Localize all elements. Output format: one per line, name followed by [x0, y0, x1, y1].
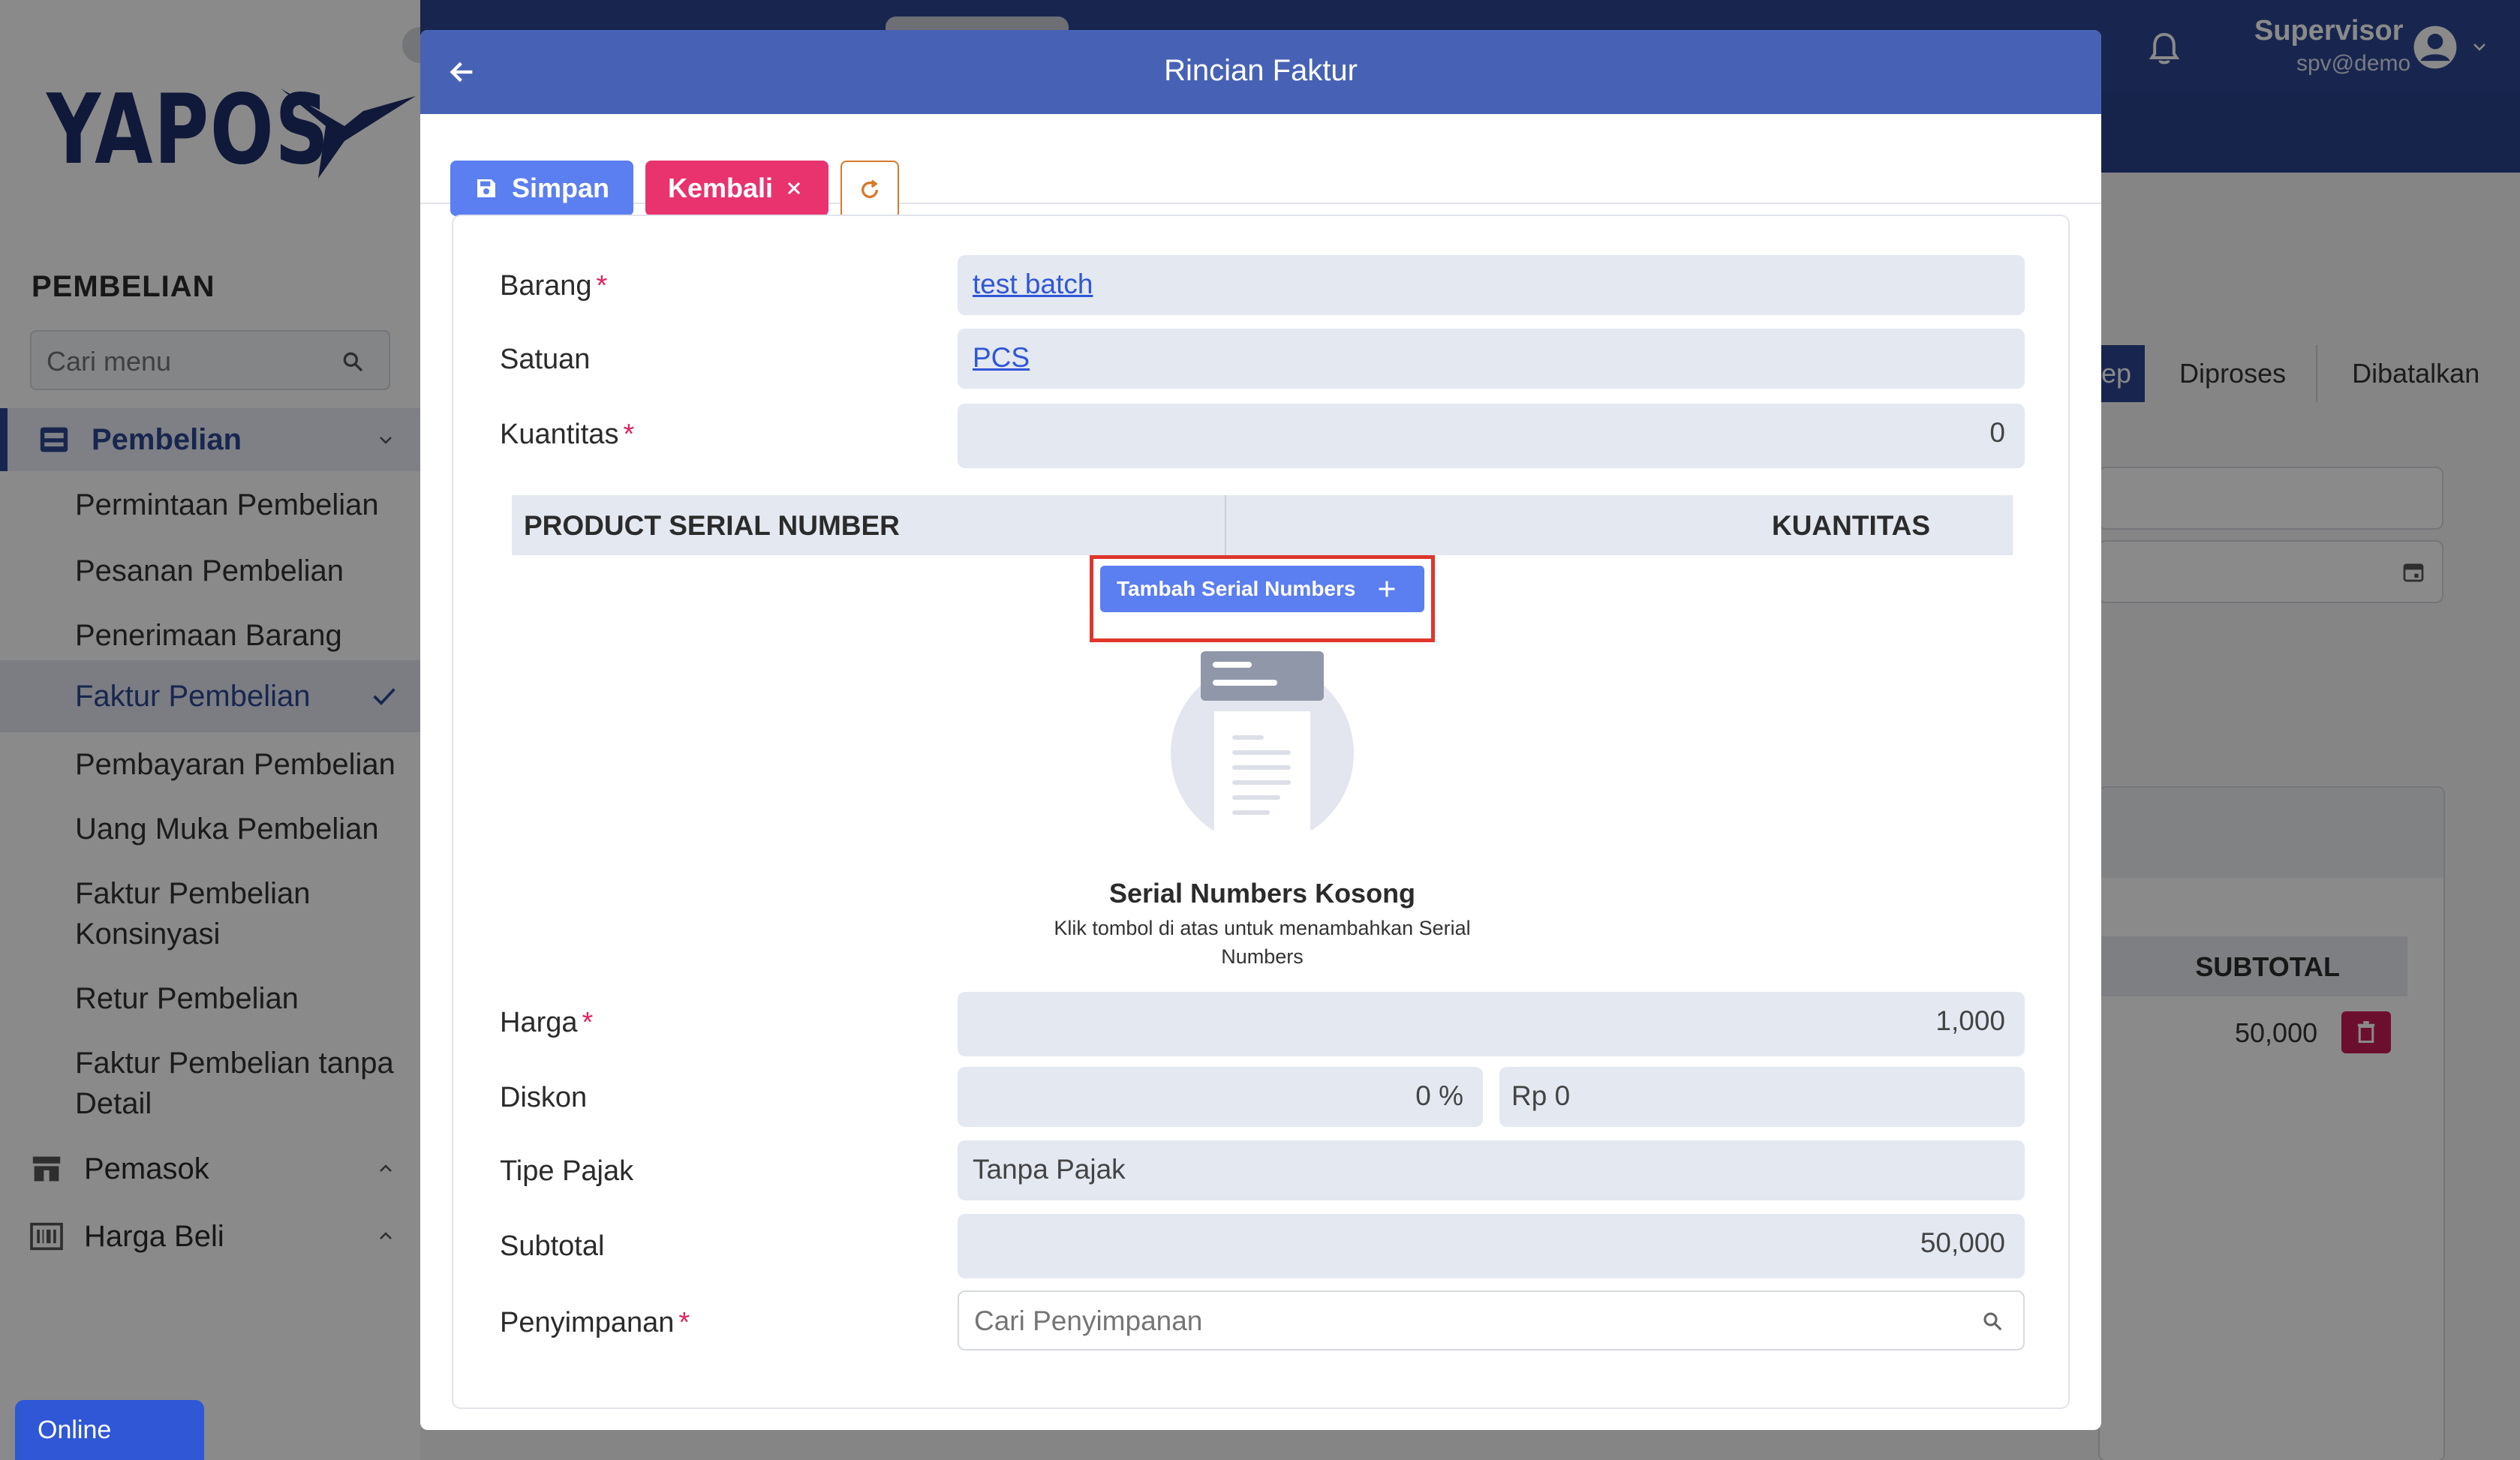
tipe-pajak-value: Tanpa Pajak [973, 1154, 1126, 1185]
tipe-pajak-field[interactable]: Tanpa Pajak [958, 1140, 2025, 1200]
refresh-icon [862, 179, 879, 199]
harga-field[interactable]: 1,000 [958, 992, 2025, 1056]
diskon-percent-field[interactable]: 0 % [958, 1067, 1483, 1127]
back-button[interactable]: Kembali [645, 161, 828, 216]
empty-state-description: Klik tombol di atas untuk menambahkan Se… [1054, 917, 1471, 968]
empty-state-title: Serial Numbers Kosong [1108, 878, 1416, 909]
penyimpanan-label: Penyimpanan * [500, 1307, 690, 1338]
save-button-label: Simpan [512, 173, 610, 203]
satuan-label: Satuan [500, 344, 591, 375]
modal-title: Rincian Faktur [1164, 54, 1358, 87]
modal-toolbar: Simpan Kembali [420, 114, 2101, 219]
kuantitas-value: 0 [1989, 417, 2005, 448]
barang-field[interactable]: test batch [958, 255, 2025, 315]
kuantitas-label: Kuantitas * [500, 419, 635, 450]
save-button[interactable]: Simpan [450, 161, 633, 216]
barang-label: Barang * [500, 270, 608, 302]
kuantitas-field[interactable]: 0 [958, 404, 2025, 468]
subtotal-value: 50,000 [1920, 1227, 2005, 1258]
add-serial-numbers-button[interactable]: Tambah Serial Numbers [1100, 566, 1424, 612]
serial-number-table-header: PRODUCT SERIAL NUMBER KUANTITAS [512, 495, 2013, 555]
harga-label: Harga * [500, 1007, 594, 1038]
back-button-label: Kembali [668, 173, 774, 203]
diskon-amount-field[interactable]: Rp 0 [1499, 1067, 2025, 1127]
penyimpanan-search-input[interactable] [974, 1304, 1950, 1338]
diskon-amount-value: Rp 0 [1511, 1080, 1571, 1111]
penyimpanan-search[interactable] [958, 1290, 2025, 1350]
refresh-button[interactable] [841, 161, 899, 219]
search-icon [1983, 1312, 2002, 1331]
harga-value: 1,000 [1935, 1005, 2005, 1036]
barang-link[interactable]: test batch [973, 269, 1093, 300]
satuan-field[interactable]: PCS [958, 329, 2025, 389]
diskon-percent-value: 0 % [1415, 1080, 1463, 1111]
satuan-link[interactable]: PCS [973, 342, 1030, 374]
online-status-badge: Online [15, 1400, 204, 1460]
invoice-detail-modal: Rincian Faktur Simpan Kembali Barang * te… [420, 30, 2101, 1430]
subtotal-label: Subtotal [500, 1230, 605, 1262]
save-icon [477, 179, 495, 197]
close-icon [787, 182, 801, 195]
tipe-pajak-label: Tipe Pajak [500, 1155, 634, 1187]
add-serial-numbers-label: Tambah Serial Numbers [1117, 577, 1356, 600]
empty-document-icon [1168, 651, 1357, 831]
modal-header: Rincian Faktur [420, 30, 2101, 114]
plus-icon [1379, 581, 1395, 597]
column-header-quantity: KUANTITAS [1771, 510, 1930, 541]
column-header-serial: PRODUCT SERIAL NUMBER [524, 510, 900, 541]
diskon-label: Diskon [500, 1082, 588, 1113]
invoice-item-form: Barang * test batch Satuan PCS Kuantitas *… [452, 215, 2070, 1409]
subtotal-field[interactable]: 50,000 [958, 1214, 2025, 1278]
